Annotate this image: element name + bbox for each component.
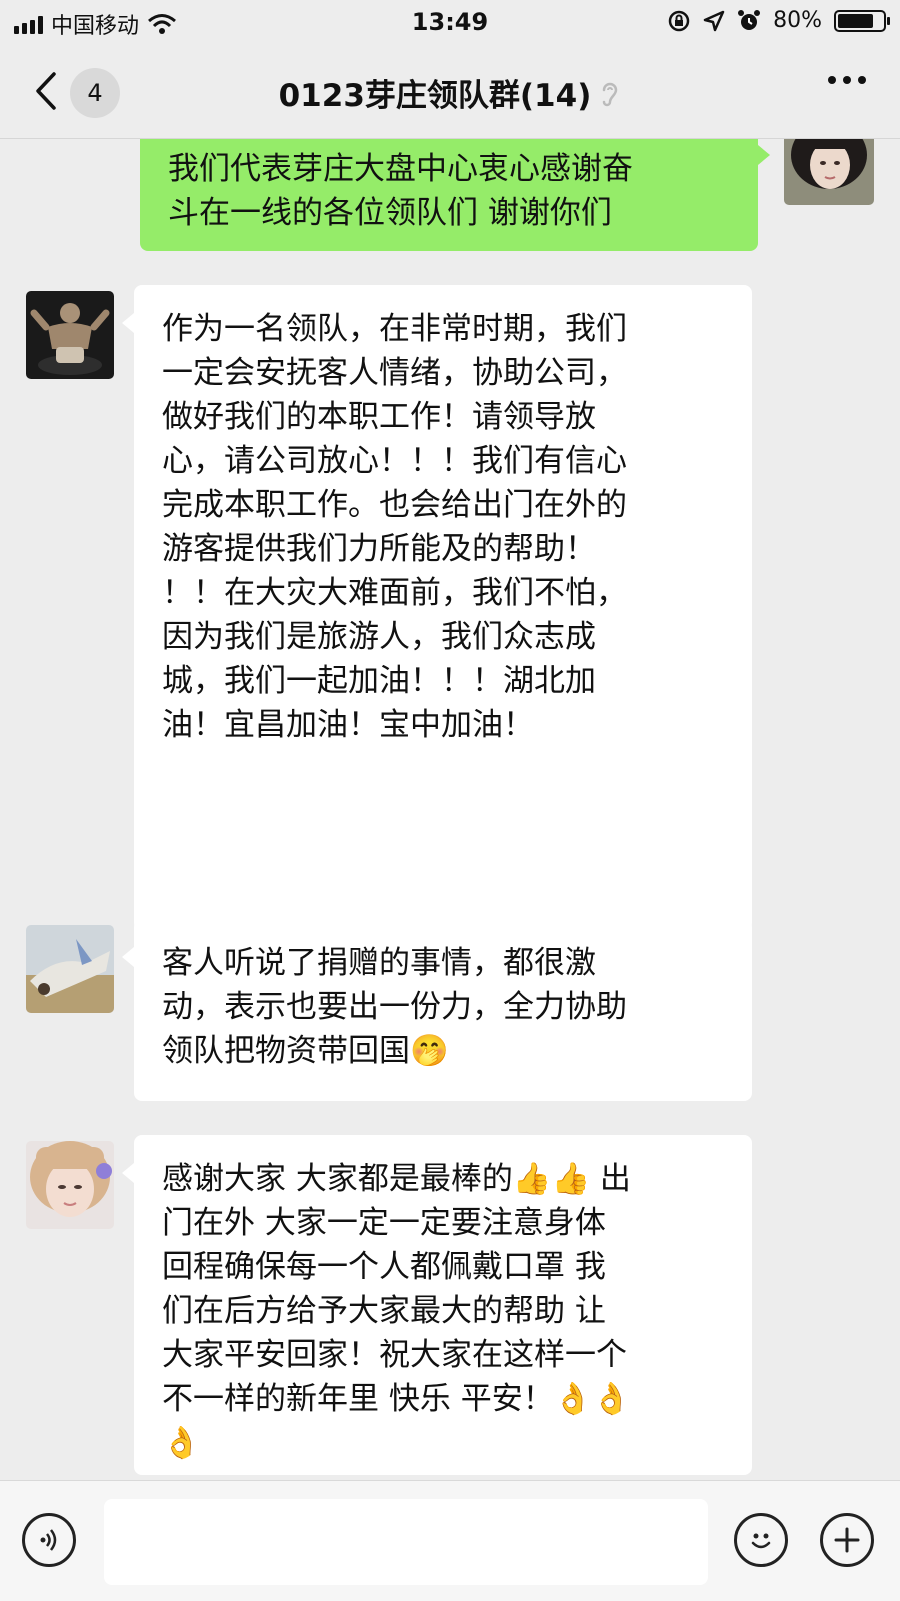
back-button[interactable]	[32, 68, 72, 114]
avatar-image	[26, 925, 114, 1013]
status-right: 80%	[667, 8, 890, 33]
avatar-image	[26, 291, 114, 379]
back-chevron-icon	[36, 72, 56, 110]
chat-title-wrap: 0123芽庄领队群(14)	[200, 70, 700, 115]
status-bar: 中国移动 13:49 80%	[0, 0, 900, 46]
avatar[interactable]	[26, 1141, 114, 1229]
message-bubble[interactable]: 感谢大家 大家都是最棒的👍👍 出 门在外 大家一定一定要注意身体 回程确保每一个…	[122, 1135, 752, 1475]
voice-icon	[40, 1529, 57, 1551]
earpiece-icon	[603, 82, 618, 106]
plus-icon	[834, 1527, 860, 1553]
plus-button[interactable]	[820, 1513, 874, 1567]
more-button[interactable]	[828, 76, 866, 84]
chat-title: 0123芽庄领队群(14)	[278, 78, 592, 114]
rotation-lock-icon	[668, 10, 690, 31]
chat-header: 4 0123芽庄领队群(14)	[0, 46, 900, 139]
voice-button[interactable]	[22, 1513, 76, 1567]
message-bubble[interactable]: 作为一名领队，在非常时期，我们 一定会安抚客人情绪，协助公司， 做好我们的本职工…	[122, 285, 752, 931]
battery-fill	[838, 13, 874, 28]
unread-count-badge[interactable]: 4	[70, 68, 120, 118]
avatar[interactable]	[26, 291, 114, 379]
battery-percent: 80%	[773, 8, 822, 33]
avatar[interactable]	[26, 925, 114, 1013]
input-bar	[0, 1480, 900, 1601]
battery-icon	[834, 9, 890, 32]
emoji-button[interactable]	[734, 1513, 788, 1567]
message-input[interactable]	[104, 1499, 708, 1585]
avatar[interactable]	[784, 139, 874, 205]
chat-message-list[interactable]: 我们代表芽庄大盘中心衷心感谢奋 斗在一线的各位领队们 谢谢你们 作为一名领队，在…	[0, 139, 900, 1479]
location-icon	[703, 10, 725, 31]
message-bubble[interactable]: 我们代表芽庄大盘中心衷心感谢奋 斗在一线的各位领队们 谢谢你们	[140, 139, 770, 251]
avatar-image	[26, 1141, 114, 1229]
more-icon-dot	[828, 76, 836, 84]
more-icon-dot	[843, 76, 851, 84]
message-bubble[interactable]: 客人听说了捐赠的事情，都很激 动，表示也要出一份力，全力协助 领队把物资带回国🤭	[122, 919, 752, 1101]
avatar-image	[784, 139, 874, 205]
alarm-icon	[738, 9, 761, 30]
more-icon-dot	[858, 76, 866, 84]
emoji-icon	[751, 1533, 771, 1549]
